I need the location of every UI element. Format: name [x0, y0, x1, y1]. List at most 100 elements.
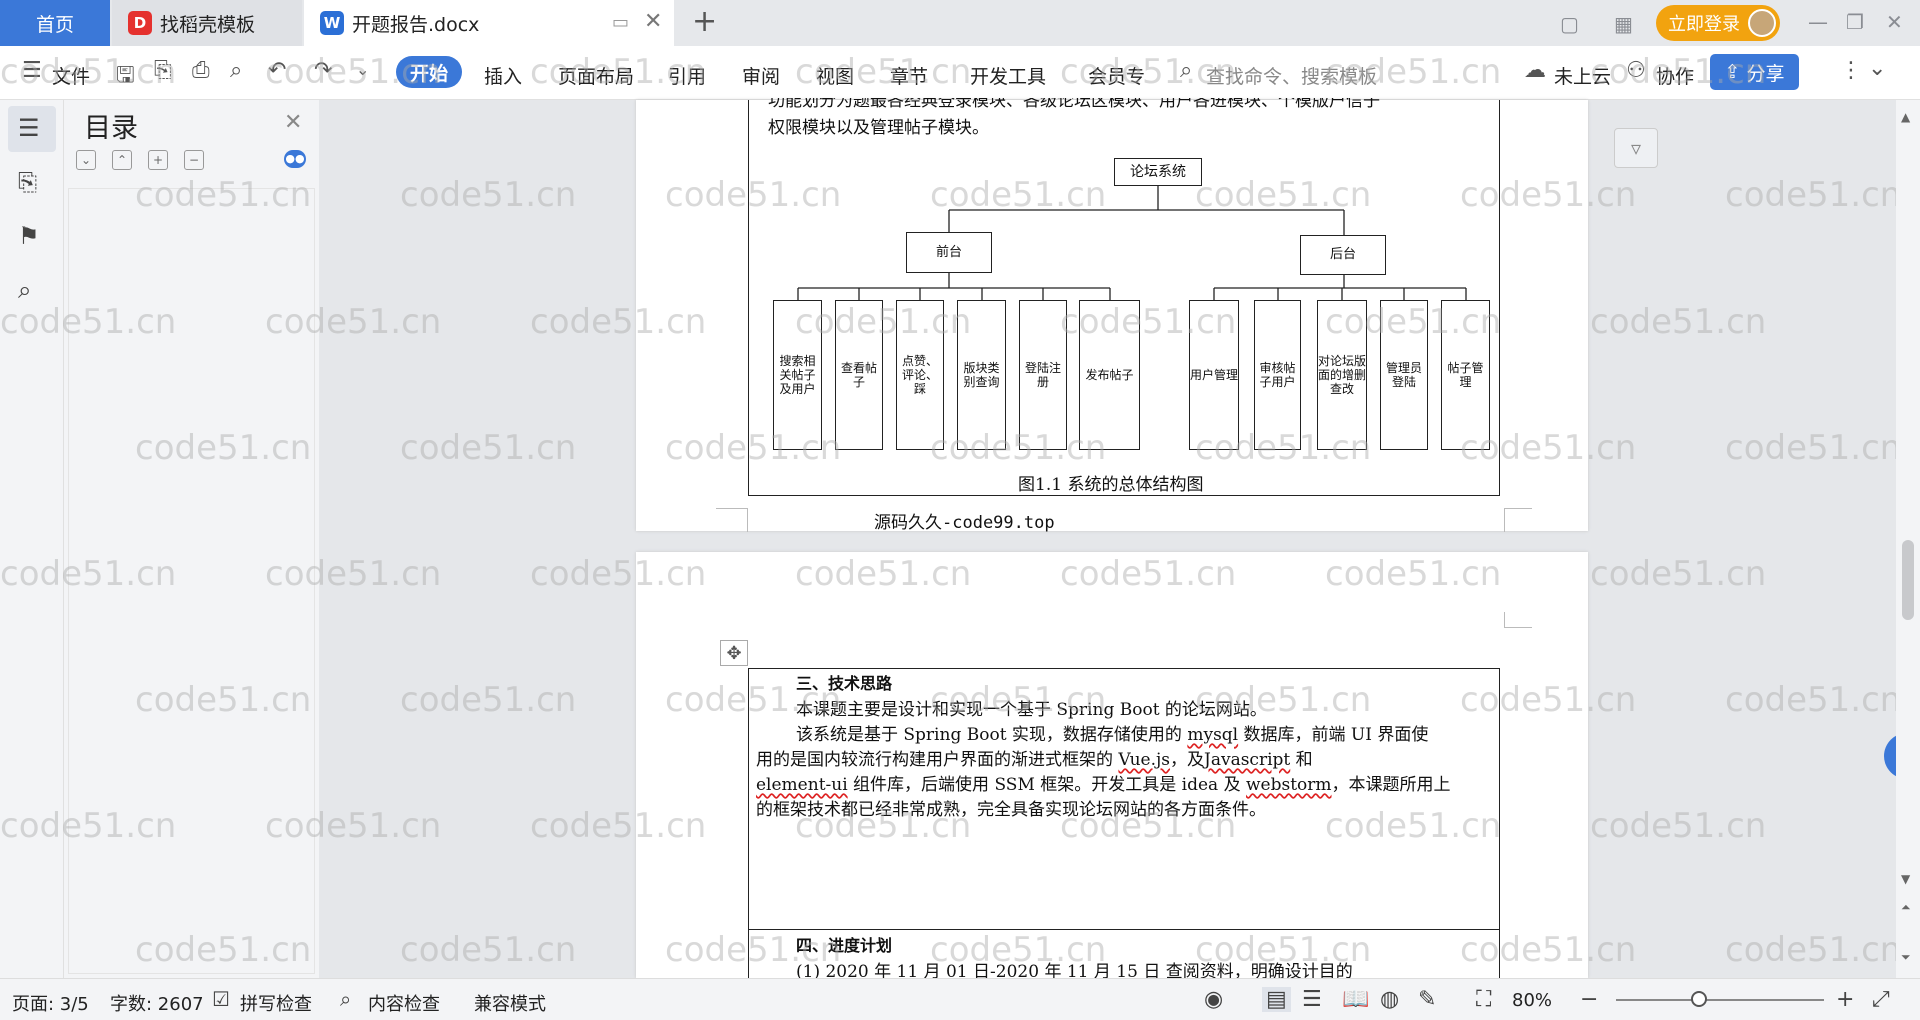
- eye-protect-icon[interactable]: ◉: [1204, 987, 1223, 1012]
- login-button[interactable]: 立即登录: [1656, 5, 1780, 41]
- collapse-ribbon-icon[interactable]: ⌄: [1868, 56, 1886, 81]
- tab-insert[interactable]: 插入: [484, 62, 522, 89]
- margin-mark: [1504, 508, 1532, 532]
- tab-member[interactable]: 会员专: [1088, 62, 1145, 89]
- more-icon[interactable]: ⋮: [1840, 58, 1862, 83]
- text-run: element-ui: [756, 775, 848, 795]
- menu-icon[interactable]: ☰: [22, 58, 42, 83]
- page-view-icon[interactable]: ▤: [1262, 987, 1291, 1012]
- tab-page-layout[interactable]: 页面布局: [558, 62, 634, 89]
- save-icon[interactable]: 🖫: [116, 58, 135, 96]
- tab-chapter[interactable]: 章节: [890, 62, 928, 89]
- read-view-icon[interactable]: 📖: [1342, 987, 1369, 1012]
- chevron-down-icon[interactable]: ⌄: [356, 60, 369, 79]
- tab-template[interactable]: D 找稻壳模板: [112, 0, 302, 46]
- tab-home-ribbon[interactable]: 开始: [396, 56, 462, 88]
- tab-developer[interactable]: 开发工具: [970, 62, 1046, 89]
- new-tab-button[interactable]: +: [692, 4, 717, 39]
- watermark: code51.cn: [1590, 554, 1767, 594]
- document-page-2: ✥ 三、技术思路 本课题主要是设计和实现一个基于 Spring Boot 的论坛…: [636, 552, 1588, 989]
- minimize-icon[interactable]: —: [1808, 10, 1828, 34]
- close-icon[interactable]: ✕: [644, 9, 662, 34]
- ai-toc-icon[interactable]: ●●: [284, 150, 306, 168]
- page-indicator[interactable]: 页面: 3/5: [12, 990, 89, 1016]
- tab-references[interactable]: 引用: [668, 62, 706, 89]
- move-handle-icon[interactable]: ✥: [720, 640, 748, 666]
- layout-icon[interactable]: ▢: [1560, 12, 1579, 36]
- zoom-slider-thumb[interactable]: [1691, 991, 1708, 1007]
- filter-icon[interactable]: ▿: [1614, 128, 1658, 168]
- content-check-button[interactable]: 内容检查: [368, 990, 440, 1016]
- spellcheck-button[interactable]: 拼写检查: [240, 990, 312, 1016]
- diagram-node-back-item: 用户管理: [1189, 300, 1239, 450]
- search-icon[interactable]: ⌕: [18, 276, 31, 304]
- watermark: code51.cn: [1590, 302, 1767, 342]
- tab-view[interactable]: 视图: [816, 62, 854, 89]
- word-count[interactable]: 字数: 2607: [110, 990, 204, 1016]
- collab-button[interactable]: 协作: [1656, 62, 1694, 89]
- zoom-level[interactable]: 80%: [1512, 990, 1552, 1011]
- toc-panel: 目录 ✕ ⌄ ⌃ + − ●●: [64, 100, 319, 978]
- file-menu[interactable]: 文件: [52, 62, 90, 89]
- diagram-node-front-item: 查看帖子: [835, 300, 883, 450]
- monitor-icon[interactable]: ▭: [612, 12, 629, 33]
- body-text-line: 该系统是基于 Spring Boot 实现，数据存储使用的 mysql 数据库，…: [796, 720, 1428, 745]
- body-text-line: element-ui 组件库，后端使用 SSM 框架。开发工具是 idea 及 …: [756, 770, 1451, 795]
- tab-review[interactable]: 审阅: [742, 62, 780, 89]
- preview-icon[interactable]: ⌕: [230, 58, 242, 83]
- share-button[interactable]: ⇪ 分享: [1710, 54, 1799, 90]
- scroll-down-icon[interactable]: ▼: [1901, 872, 1910, 886]
- diagram-node-front-item: 登陆注册: [1019, 300, 1067, 450]
- toc-icon[interactable]: ☰: [18, 114, 40, 142]
- section-heading: 三、技术思路: [796, 674, 893, 693]
- add-icon[interactable]: +: [148, 150, 168, 170]
- text-run: webstorm: [1246, 775, 1332, 795]
- watermark: code51.cn: [1725, 428, 1902, 468]
- zoom-slider[interactable]: [1616, 999, 1824, 1001]
- bookmark-icon[interactable]: ⚑: [18, 222, 40, 250]
- print-icon[interactable]: ⎙: [192, 58, 210, 83]
- scroll-thumb[interactable]: [1902, 540, 1914, 620]
- vertical-scrollbar[interactable]: ▲ ▼ ⏶ ⏷: [1896, 100, 1920, 978]
- scroll-up-icon[interactable]: ▲: [1901, 110, 1910, 124]
- watermark: code51.cn: [1590, 806, 1767, 846]
- tab-document[interactable]: W 开题报告.docx ▭ ✕: [304, 0, 674, 46]
- page-footer: 源码久久-code99.top: [874, 513, 1055, 533]
- tab-home-label: 首页: [35, 13, 74, 36]
- nav-pane-icon[interactable]: ⎘: [18, 168, 37, 196]
- left-toolstrip: ☰ ⎘ ⚑ ⌕: [0, 100, 64, 978]
- collab-icon: ⚇: [1626, 58, 1646, 83]
- window-close-icon[interactable]: ✕: [1886, 10, 1903, 34]
- fullscreen-icon[interactable]: ⤢: [1872, 987, 1890, 1012]
- watermark: code51.cn: [400, 428, 577, 468]
- remove-icon[interactable]: −: [184, 150, 204, 170]
- write-view-icon[interactable]: ✎: [1418, 987, 1436, 1012]
- text-run: ，及: [1170, 750, 1205, 770]
- text-run: Javascript: [1204, 750, 1291, 770]
- tab-home[interactable]: 首页: [0, 0, 110, 46]
- cloud-status[interactable]: 未上云: [1554, 62, 1611, 89]
- prev-page-icon[interactable]: ⏶: [1901, 900, 1911, 915]
- outline-view-icon[interactable]: ☰: [1302, 987, 1322, 1012]
- next-page-icon[interactable]: ⏷: [1901, 950, 1911, 965]
- body-text-line: 的框架技术都已经非常成熟，完全具备实现论坛网站的各方面条件。: [756, 800, 1266, 820]
- expand-icon[interactable]: ⌄: [76, 150, 96, 170]
- zoom-in-icon[interactable]: +: [1836, 987, 1854, 1012]
- redo-icon[interactable]: ↷: [314, 58, 332, 83]
- toc-title: 目录: [84, 113, 138, 144]
- close-icon[interactable]: ✕: [284, 110, 302, 135]
- restore-icon[interactable]: ❐: [1846, 10, 1864, 34]
- spellcheck-icon: ☑: [212, 987, 230, 1011]
- export-icon[interactable]: ⎘: [154, 58, 172, 83]
- wps-writer-icon: W: [320, 11, 344, 35]
- body-text-line: 用的是国内较流行构建用户界面的渐进式框架的 Vue.js，及Javascript…: [756, 745, 1313, 770]
- zoom-out-icon[interactable]: −: [1580, 987, 1598, 1012]
- command-search[interactable]: 查找命令、搜索模板: [1206, 62, 1377, 89]
- collapse-icon[interactable]: ⌃: [112, 150, 132, 170]
- avatar: [1748, 9, 1776, 37]
- fit-page-icon[interactable]: ⛶: [1476, 987, 1491, 1012]
- grid-icon[interactable]: ▦: [1614, 12, 1633, 36]
- undo-icon[interactable]: ↶: [268, 58, 286, 83]
- web-view-icon[interactable]: ◍: [1380, 987, 1399, 1012]
- toc-list: [68, 188, 315, 974]
